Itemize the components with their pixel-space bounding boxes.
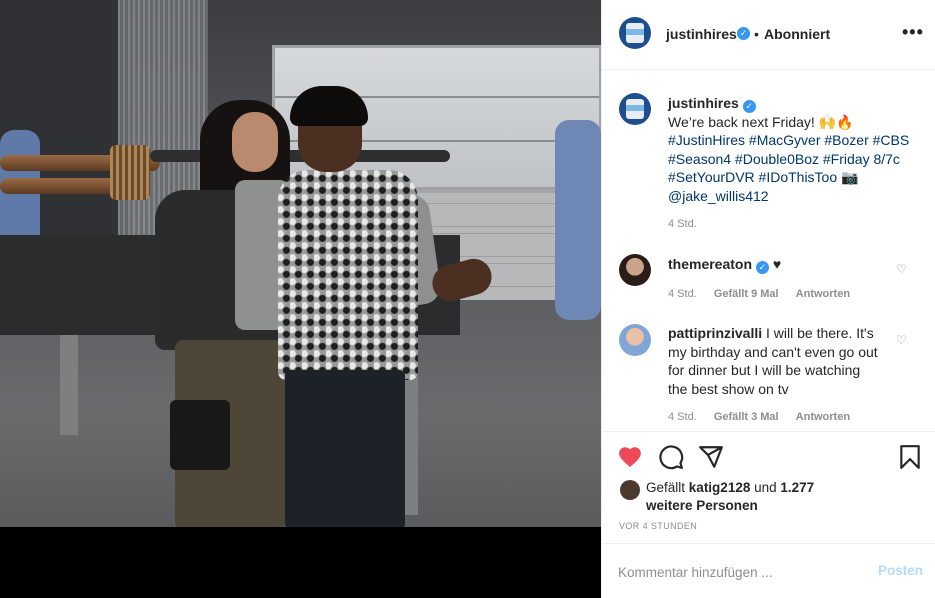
reply-button[interactable]: Antworten — [796, 288, 850, 300]
post-actions: Gefällt katig2128 und 1.277 weitere Pers… — [602, 431, 935, 543]
commenter-username[interactable]: themereaton — [668, 256, 752, 272]
comment-input[interactable] — [618, 562, 858, 582]
author-username[interactable]: justinhires — [666, 26, 737, 42]
comment-text: ♥ — [772, 256, 782, 272]
post-timestamp[interactable]: VOR 4 STUNDEN — [619, 521, 697, 531]
verified-badge-icon: ✓ — [742, 100, 756, 113]
caption-text: We’re back next Friday! 🙌🔥 — [668, 114, 854, 130]
comment-timestamp[interactable]: 4 Std. — [668, 411, 697, 423]
caption-hashtags[interactable]: #JustinHires #MacGyver #Bozer #CBS #Seas… — [668, 132, 909, 203]
author-avatar[interactable] — [619, 17, 651, 49]
share-icon[interactable] — [698, 444, 724, 470]
verified-badge-icon: ✓ — [737, 27, 750, 40]
comment-timestamp[interactable]: 4 Std. — [668, 288, 697, 300]
separator-dot: • — [754, 26, 759, 42]
comment-likes-count[interactable]: Gefällt 9 Mal — [714, 288, 779, 300]
post-media[interactable] — [0, 0, 601, 598]
post-sidebar: justinhires ✓ • Abonniert ••• justinhire… — [601, 0, 935, 598]
commenter-avatar[interactable] — [619, 324, 651, 356]
comment-icon[interactable] — [658, 444, 684, 470]
bookmark-icon[interactable] — [897, 444, 923, 470]
heart-icon[interactable] — [617, 444, 643, 470]
reply-button[interactable]: Antworten — [796, 411, 850, 423]
follow-status-button[interactable]: Abonniert — [764, 26, 830, 42]
post-comment-button[interactable]: Posten — [878, 563, 923, 578]
caption-timestamp[interactable]: 4 Std. — [668, 218, 697, 230]
liker-username[interactable]: katig2128 — [689, 480, 751, 495]
comment-likes-count[interactable]: Gefällt 3 Mal — [714, 411, 779, 423]
commenter-avatar[interactable] — [619, 254, 651, 286]
more-options-icon[interactable]: ••• — [902, 22, 924, 43]
comment-like-icon[interactable]: ♡ — [896, 263, 908, 275]
commenter-username[interactable]: pattiprinzivalli — [668, 325, 762, 341]
verified-badge-icon: ✓ — [755, 261, 769, 274]
post-header: justinhires ✓ • Abonniert ••• — [602, 0, 935, 70]
liker-avatar[interactable] — [620, 480, 640, 500]
comment-like-icon[interactable]: ♡ — [896, 334, 908, 346]
post-photo[interactable] — [0, 0, 601, 527]
caption-author-avatar[interactable] — [619, 93, 651, 125]
caption-username[interactable]: justinhires — [668, 95, 739, 111]
add-comment-bar: Posten — [602, 543, 935, 598]
